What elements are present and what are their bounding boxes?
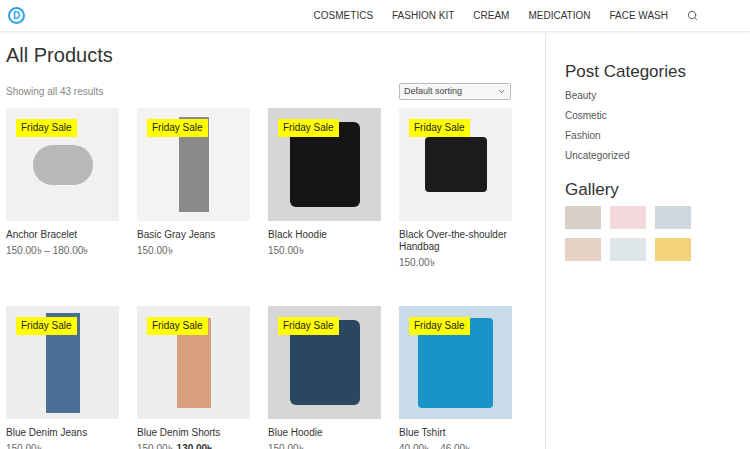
category-link[interactable]: Beauty: [565, 86, 750, 106]
nav-item[interactable]: COSMETICS: [314, 8, 373, 23]
product-title[interactable]: Black Over-the-shoulder Handbag: [399, 229, 512, 253]
product-price: 150.00৳: [137, 245, 250, 257]
category-link[interactable]: Uncategorized: [565, 146, 750, 166]
product-title[interactable]: Blue Denim Shorts: [137, 427, 250, 439]
product-price: 150.00৳: [268, 443, 381, 449]
product-image[interactable]: Friday Sale: [137, 306, 250, 419]
sale-badge: Friday Sale: [409, 317, 470, 335]
gallery-thumb[interactable]: [655, 206, 691, 229]
gallery-thumb[interactable]: [610, 206, 646, 229]
sale-badge: Friday Sale: [409, 119, 470, 137]
sale-badge: Friday Sale: [16, 317, 77, 335]
product-card[interactable]: Friday Sale Black Over-the-shoulder Handb…: [399, 108, 512, 269]
product-title[interactable]: Blue Hoodie: [268, 427, 381, 439]
product-title[interactable]: Black Hoodie: [268, 229, 381, 241]
main-content: All Products Showing all 43 results Defaul…: [0, 32, 546, 449]
gallery-thumb[interactable]: [565, 206, 601, 229]
product-price: 150.00৳ – 180.00৳: [6, 245, 119, 257]
product-card[interactable]: Friday Sale Anchor Bracelet 150.00৳ – 180.…: [6, 108, 119, 269]
product-image[interactable]: Friday Sale: [268, 108, 381, 221]
gallery-thumb[interactable]: [565, 238, 601, 261]
product-card[interactable]: Friday Sale Basic Gray Jeans 150.00৳: [137, 108, 250, 269]
product-price: 150.00৳: [268, 245, 381, 257]
sidebar: Post Categories BeautyCosmeticFashionUnca…: [546, 32, 750, 449]
product-card[interactable]: Friday Sale Blue Denim Jeans 150.00৳: [6, 306, 119, 449]
sale-badge: Friday Sale: [16, 119, 77, 137]
nav-item[interactable]: FACE WASH: [609, 8, 668, 23]
gallery-title: Gallery: [565, 180, 750, 200]
product-image[interactable]: Friday Sale: [6, 108, 119, 221]
sale-badge: Friday Sale: [147, 119, 208, 137]
product-price: 150.00৳: [6, 443, 119, 449]
product-image[interactable]: Friday Sale: [268, 306, 381, 419]
product-card[interactable]: Friday Sale Blue Tshirt 40.00৳ – 46.00৳: [399, 306, 512, 449]
product-price: 40.00৳ – 46.00৳: [399, 443, 512, 449]
product-title[interactable]: Blue Tshirt: [399, 427, 512, 439]
sort-select[interactable]: Default sorting: [399, 83, 511, 100]
product-grid: Friday Sale Anchor Bracelet 150.00৳ – 180.…: [6, 108, 511, 449]
page-title: All Products: [6, 43, 511, 67]
gallery-thumb[interactable]: [655, 238, 691, 261]
product-card[interactable]: Friday Sale Blue Denim Shorts 150.00৳130.0…: [137, 306, 250, 449]
sale-badge: Friday Sale: [278, 317, 339, 335]
old-price: 150.00৳: [137, 443, 173, 449]
product-title[interactable]: Basic Gray Jeans: [137, 229, 250, 241]
nav-item[interactable]: CREAM: [473, 8, 509, 23]
gallery-grid: [565, 206, 750, 261]
search-icon[interactable]: [687, 10, 698, 21]
page: D COSMETICS FASHION KIT CREAM MEDICATION FACE…: [0, 0, 750, 449]
sale-badge: Friday Sale: [278, 119, 339, 137]
logo[interactable]: D: [8, 7, 25, 24]
product-price: 150.00৳: [399, 257, 512, 269]
nav-item[interactable]: FASHION KIT: [392, 8, 454, 23]
categories-title: Post Categories: [565, 62, 750, 82]
product-image[interactable]: Friday Sale: [399, 108, 512, 221]
product-card[interactable]: Friday Sale Blue Hoodie 150.00৳: [268, 306, 381, 449]
main-nav: COSMETICS FASHION KIT CREAM MEDICATION FACE …: [314, 8, 698, 23]
result-count: Showing all 43 results: [6, 84, 103, 99]
gallery-thumb[interactable]: [610, 238, 646, 261]
header: D COSMETICS FASHION KIT CREAM MEDICATION FACE…: [0, 0, 750, 32]
category-link[interactable]: Fashion: [565, 126, 750, 146]
chevron-icon: [497, 87, 506, 96]
sale-badge: Friday Sale: [147, 317, 208, 335]
category-link[interactable]: Cosmetic: [565, 106, 750, 126]
product-title[interactable]: Anchor Bracelet: [6, 229, 119, 241]
nav-item[interactable]: MEDICATION: [528, 8, 590, 23]
product-image[interactable]: Friday Sale: [137, 108, 250, 221]
product-title[interactable]: Blue Denim Jeans: [6, 427, 119, 439]
product-image[interactable]: Friday Sale: [399, 306, 512, 419]
product-price: 150.00৳130.00৳: [137, 443, 250, 449]
product-image[interactable]: Friday Sale: [6, 306, 119, 419]
product-card[interactable]: Friday Sale Black Hoodie 150.00৳: [268, 108, 381, 269]
